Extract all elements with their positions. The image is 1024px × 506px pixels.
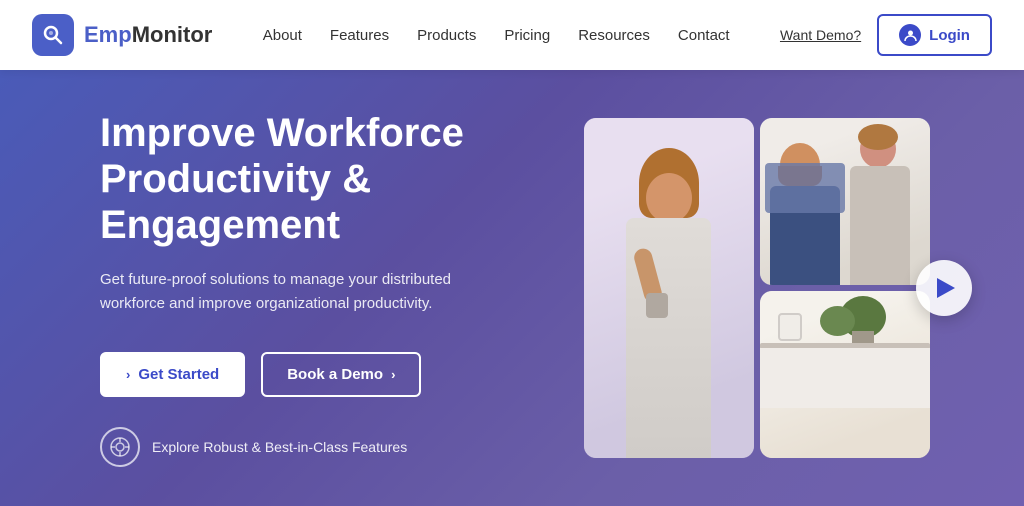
hero-content: Improve Workforce Productivity & Engagem…	[100, 110, 544, 467]
hero-section: Improve Workforce Productivity & Engagem…	[0, 70, 1024, 506]
header-right: Want Demo? Login	[780, 14, 992, 56]
hero-images	[584, 118, 944, 458]
main-nav: About Features Products Pricing Resource…	[263, 27, 730, 44]
nav-resources[interactable]: Resources	[578, 27, 650, 44]
nav-products[interactable]: Products	[417, 27, 476, 44]
book-demo-button[interactable]: Book a Demo ›	[261, 352, 421, 397]
features-icon	[100, 427, 140, 467]
nav-features[interactable]: Features	[330, 27, 389, 44]
person-icon	[899, 24, 921, 46]
chevron-right-icon: ›	[391, 367, 395, 382]
explore-text: Explore Robust & Best-in-Class Features	[152, 439, 407, 455]
header: EmpMonitor About Features Products Prici…	[0, 0, 1024, 70]
nav-contact[interactable]: Contact	[678, 27, 730, 44]
hero-buttons: › Get Started Book a Demo ›	[100, 352, 544, 397]
login-button[interactable]: Login	[877, 14, 992, 56]
play-button[interactable]	[916, 260, 972, 316]
nav-about[interactable]: About	[263, 27, 302, 44]
get-started-button[interactable]: › Get Started	[100, 352, 245, 397]
chevron-icon: ›	[126, 367, 130, 382]
logo[interactable]: EmpMonitor	[32, 14, 212, 56]
play-icon	[937, 278, 955, 298]
hero-image-right-bottom	[760, 291, 930, 458]
hero-image-right-top	[760, 118, 930, 285]
hero-subtitle: Get future-proof solutions to manage you…	[100, 268, 480, 316]
logo-icon	[32, 14, 74, 56]
nav-pricing[interactable]: Pricing	[504, 27, 550, 44]
hero-image-left	[584, 118, 754, 458]
hero-title: Improve Workforce Productivity & Engagem…	[100, 110, 544, 248]
logo-text: EmpMonitor	[84, 22, 212, 48]
explore-features[interactable]: Explore Robust & Best-in-Class Features	[100, 427, 544, 467]
want-demo-link[interactable]: Want Demo?	[780, 27, 861, 43]
